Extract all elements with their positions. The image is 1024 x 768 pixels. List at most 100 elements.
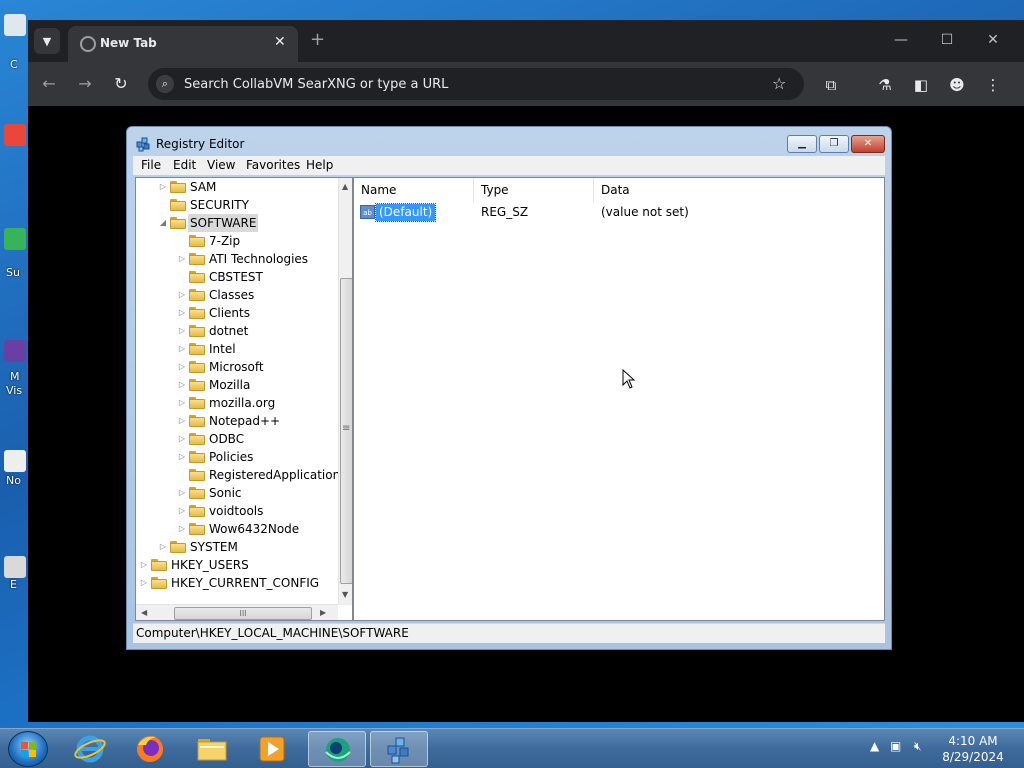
tree-collapse-icon[interactable]: ◢ [158,214,168,232]
new-tab-button[interactable]: + [310,30,325,50]
folder-icon [189,235,205,247]
volume-muted-icon[interactable]: 🔇︎ [914,739,922,754]
menu-favorites[interactable]: Favorites [246,158,300,173]
tree-expand-icon[interactable]: ▷ [177,340,187,358]
tree-item[interactable]: ▷ Notepad++ [136,412,336,430]
menu-view[interactable]: View [207,158,235,173]
tree-item[interactable]: ▷ Sonic [136,484,336,502]
tree-item[interactable]: ▷ SAM [136,178,336,196]
folder-icon [189,433,205,445]
tree-expand-icon[interactable]: ▷ [177,430,187,448]
forward-button[interactable]: → [74,73,96,95]
tree-item[interactable]: ▷ mozilla.org [136,394,336,412]
taskbar-firefox[interactable] [122,731,178,767]
tree-item[interactable]: ▷ ATI Technologies [136,250,336,268]
tree-expand-icon[interactable]: ▷ [139,574,149,592]
value-name[interactable]: (Default) [374,203,437,222]
tree-expand-icon[interactable]: ▷ [177,286,187,304]
tree-item[interactable]: ◢ SOFTWARE [136,214,336,232]
scroll-right-arrow-icon[interactable]: ▶ [320,608,326,617]
tree-vertical-scroll-thumb[interactable]: ≡ [340,278,352,584]
tree-item[interactable]: RegisteredApplications [136,466,346,484]
desktop-icon-6[interactable] [4,556,26,578]
taskbar-file-explorer[interactable] [184,731,240,767]
scroll-left-arrow-icon[interactable]: ◀ [141,608,147,617]
tree-expand-icon[interactable]: ▷ [177,412,187,430]
tree-item[interactable]: SECURITY [136,196,336,214]
tree-item[interactable]: ▷ Mozilla [136,376,336,394]
tree-horizontal-scroll-thumb[interactable]: III [174,607,312,620]
tree-horizontal-scrollbar[interactable]: ◀ III ▶ [136,604,338,620]
taskbar-collabvm-browser[interactable] [308,731,366,767]
tree-item[interactable]: ▷ HKEY_CURRENT_CONFIG [136,574,336,592]
desktop-icon-1[interactable] [4,14,26,36]
tree-expand-icon[interactable]: ▷ [177,250,187,268]
tree-item[interactable]: ▷ voidtools [136,502,336,520]
tree-item[interactable]: ▷ ODBC [136,430,336,448]
tree-expand-icon[interactable]: ▷ [139,556,149,574]
tree-expand-icon[interactable]: ▷ [158,538,168,556]
column-header-type[interactable]: Type [474,178,594,202]
maximize-button[interactable]: ☐ [932,28,962,52]
tree-item[interactable]: ▷ SYSTEM [136,538,336,556]
tree-item[interactable]: ▷ dotnet [136,322,336,340]
tree-item[interactable]: ▷ Clients [136,304,336,322]
regedit-close-button[interactable]: ✕ [851,135,885,153]
tree-expand-icon[interactable]: ▷ [177,304,187,322]
taskbar-internet-explorer[interactable] [62,731,118,767]
column-header-data[interactable]: Data [594,178,884,202]
tree-expand-icon[interactable]: ▷ [177,448,187,466]
labs-flask-icon[interactable]: ⚗ [874,74,896,96]
tree-expand-icon[interactable]: ▷ [177,376,187,394]
tree-vertical-scrollbar[interactable]: ▲ ≡ ▼ [338,178,352,605]
desktop-icon-4[interactable] [4,340,26,362]
profile-avatar-icon[interactable]: ☻ [946,74,968,96]
bookmark-star-icon[interactable]: ☆ [772,74,786,94]
menu-file[interactable]: File [141,158,161,173]
scroll-up-arrow-icon[interactable]: ▲ [342,182,348,191]
column-header-name[interactable]: Name [354,178,474,202]
tab-search-button[interactable]: ▼ [34,28,60,54]
start-button[interactable] [8,731,48,767]
menu-help[interactable]: Help [306,158,333,173]
tree-item[interactable]: CBSTEST [136,268,336,286]
tree-item[interactable]: ▷ HKEY_USERS [136,556,336,574]
desktop-icon-2[interactable] [4,124,26,146]
desktop-icon-5[interactable] [4,450,26,472]
menu-edit[interactable]: Edit [173,158,196,173]
show-hidden-icons-button[interactable]: ▲ [870,739,879,753]
minimize-button[interactable]: — [886,28,916,52]
tab-close-button[interactable]: ✕ [274,32,286,52]
tree-expand-icon[interactable]: ▷ [177,358,187,376]
taskbar-registry-editor[interactable] [370,731,428,767]
tree-expand-icon[interactable]: ▷ [177,484,187,502]
reload-button[interactable]: ↻ [110,73,132,95]
tab-new-tab[interactable]: New Tab ✕ [68,26,298,62]
tree-item[interactable]: ▷ Policies [136,448,336,466]
desktop-icon-3[interactable] [4,228,26,250]
taskbar-media-player[interactable] [244,731,300,767]
tree-item[interactable]: ▷ Classes [136,286,336,304]
tree-item[interactable]: ▷ Intel [136,340,336,358]
back-button[interactable]: ← [38,73,60,95]
clock[interactable]: 4:10 AM 8/29/2024 [938,733,1008,765]
tree-item[interactable]: 7-Zip [136,232,336,250]
omnibox[interactable]: ⌕ ☆ [148,68,804,100]
menu-kebab-icon[interactable]: ⋮ [982,74,1004,96]
regedit-restore-button[interactable]: ❐ [819,135,849,153]
network-icon[interactable]: ▣ [890,739,901,753]
address-input[interactable] [184,74,744,94]
side-panel-icon[interactable]: ◧ [910,74,932,96]
tree-expand-icon[interactable]: ▷ [177,520,187,538]
scroll-down-arrow-icon[interactable]: ▼ [342,590,348,599]
tree-expand-icon[interactable]: ▷ [158,178,168,196]
tree-expand-icon[interactable]: ▷ [177,322,187,340]
extensions-icon[interactable]: ⧉ [820,74,842,96]
tree-item[interactable]: ▷ Microsoft [136,358,336,376]
menu-bar: File Edit View Favorites Help [133,156,885,175]
tree-expand-icon[interactable]: ▷ [177,502,187,520]
tree-item[interactable]: ▷ Wow6432Node [136,520,336,538]
tree-expand-icon[interactable]: ▷ [177,394,187,412]
regedit-minimize-button[interactable]: ▁ [787,135,817,153]
close-button[interactable]: ✕ [978,28,1008,52]
